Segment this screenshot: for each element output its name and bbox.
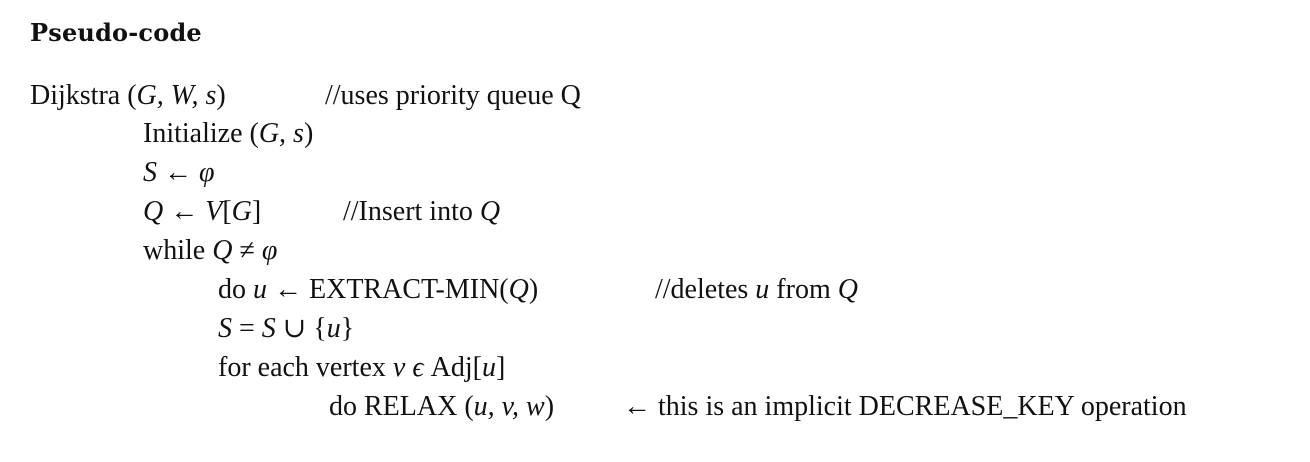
comment-var-q: Q xyxy=(479,196,501,227)
brace-close: } xyxy=(340,313,355,344)
var-g: G xyxy=(231,196,252,227)
relax-args: u, v, w xyxy=(473,391,545,422)
comment-text: //deletes xyxy=(655,274,756,305)
bracket-open: [ xyxy=(222,196,232,227)
assign-arrow: ← xyxy=(157,157,199,188)
var-q: Q xyxy=(212,235,233,266)
for-each-vertex: for each vertex xyxy=(218,352,393,383)
initialize-args: G, s xyxy=(258,118,304,149)
empty-set: φ xyxy=(199,157,215,188)
var-s: S xyxy=(261,313,276,344)
var-v: V xyxy=(205,196,223,227)
comment-insert-into-q: //Insert into Q xyxy=(343,196,500,228)
code-line-while: while Q ≠ φ xyxy=(143,235,277,267)
var-s: S xyxy=(143,157,157,188)
adj-call: Adj[ xyxy=(430,352,482,383)
decrease-key-note: this is an implicit DECREASE_KEY operati… xyxy=(658,391,1187,422)
comment-priority-queue: //uses priority queue Q xyxy=(325,80,581,112)
extract-min-call: ← EXTRACT-MIN( xyxy=(267,274,509,305)
var-q: Q xyxy=(508,274,529,305)
code-line-dijkstra: Dijkstra (G, W, s) xyxy=(30,80,226,112)
comment-var-q: Q xyxy=(837,274,858,305)
code-line-relax: do RELAX (u, v, w) xyxy=(329,391,554,423)
code-line-union: S = S ∪ {u} xyxy=(218,313,354,345)
code-line-initialize: Initialize (G, s) xyxy=(143,118,313,150)
relax-note: ← this is an implicit DECREASE_KEY opera… xyxy=(623,391,1187,423)
initialize-call: Initialize ( xyxy=(143,118,259,149)
element-of: ϵ xyxy=(405,352,431,383)
initialize-close: ) xyxy=(303,118,314,149)
comment-text: //uses priority queue Q xyxy=(325,80,581,111)
not-equal: ≠ xyxy=(232,235,262,266)
var-v: v xyxy=(392,352,406,383)
code-line-extract-min: do u ← EXTRACT-MIN(Q) xyxy=(218,274,538,306)
dijkstra-call: Dijkstra ( xyxy=(30,80,137,111)
code-line-q-assign: Q ← V[G] xyxy=(143,196,261,228)
var-u: u xyxy=(326,313,341,344)
var-s: S xyxy=(218,313,232,344)
comment-from: from xyxy=(769,274,838,305)
relax-call: do RELAX ( xyxy=(329,391,474,422)
page-title: Pseudo-code xyxy=(30,18,202,47)
paren-close: ) xyxy=(528,274,539,305)
empty-set: φ xyxy=(261,235,278,266)
equals: = xyxy=(232,313,262,344)
dijkstra-close: ) xyxy=(216,80,226,111)
bracket-close: ] xyxy=(251,196,262,227)
dijkstra-args: G, W, s xyxy=(136,80,217,111)
comment-deletes-u: //deletes u from Q xyxy=(655,274,858,306)
comment-text: //Insert into xyxy=(343,196,480,227)
paren-close: ) xyxy=(544,391,555,422)
keyword-while: while xyxy=(143,235,213,266)
var-u: u xyxy=(253,274,267,305)
keyword-do: do xyxy=(218,274,253,305)
code-line-s-assign: S ← φ xyxy=(143,157,215,189)
union-open: ∪ { xyxy=(275,313,327,344)
bracket-close: ] xyxy=(495,352,506,383)
var-u: u xyxy=(481,352,496,383)
var-q: Q xyxy=(143,196,164,227)
left-arrow: ← xyxy=(623,391,651,422)
assign-arrow: ← xyxy=(163,196,206,227)
comment-var-u: u xyxy=(755,274,770,305)
code-line-for-each: for each vertex v ϵ Adj[u] xyxy=(218,352,505,384)
